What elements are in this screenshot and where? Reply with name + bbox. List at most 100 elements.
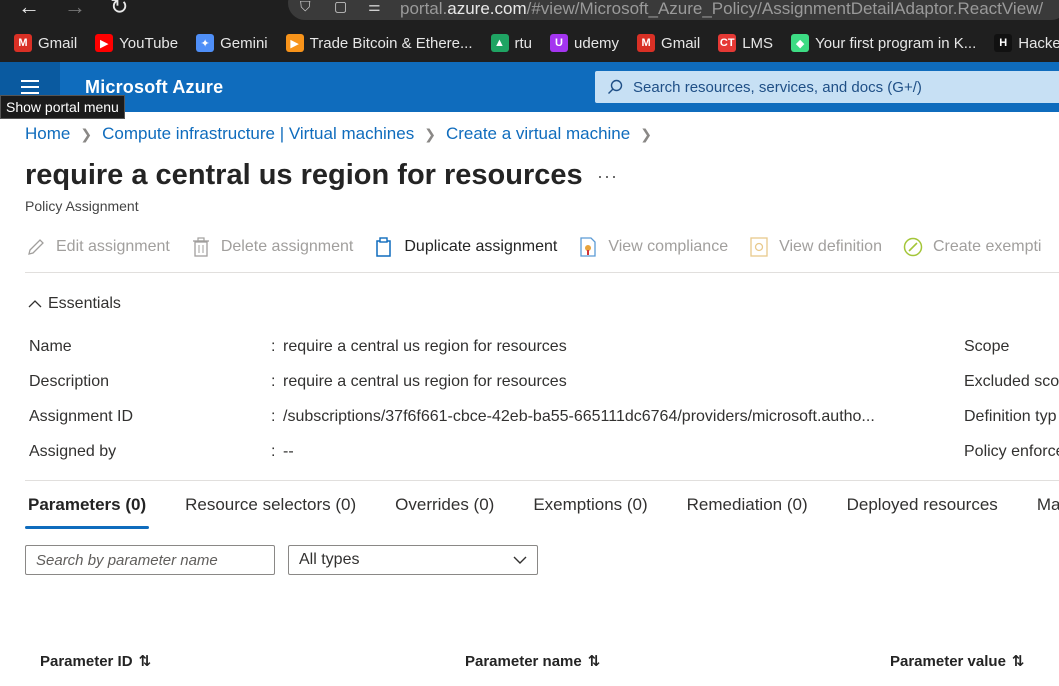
divider	[25, 480, 1059, 481]
breadcrumb: Home ❯ Compute infrastructure | Virtual …	[25, 124, 652, 144]
tab-exemptions[interactable]: Exemptions (0)	[533, 495, 647, 523]
essentials-label-description: Description	[29, 373, 110, 390]
bookmark-item[interactable]: ◆ Your first program in K...	[791, 34, 976, 52]
bookmark-item[interactable]: Uudemy	[550, 34, 619, 52]
bookmark-label: YouTube	[119, 34, 179, 52]
create-exemption-label: Create exempti	[932, 238, 1042, 255]
tab-parameters[interactable]: Parameters (0)	[24, 495, 150, 529]
breadcrumb-home[interactable]: Home	[25, 124, 70, 144]
view-definition-label: View definition	[779, 238, 882, 255]
duplicate-assignment-label: Duplicate assignment	[404, 238, 558, 255]
edit-assignment-label: Edit assignment	[56, 238, 170, 255]
bookmark-label: Trade Bitcoin & Ethere...	[309, 34, 473, 52]
bookmark-item[interactable]: M Gmail	[14, 34, 77, 52]
gmail-icon: M	[637, 34, 656, 52]
lock-icon[interactable]: ▢	[334, 0, 347, 15]
view-compliance-label: View compliance	[608, 238, 729, 255]
hackerrank-icon: H	[994, 34, 1013, 52]
url-text[interactable]: portal.azure.com/#view/Microsoft_Azure_P…	[400, 0, 1043, 19]
search-placeholder: Search resources, services, and docs (G+…	[633, 78, 922, 96]
essentials-value-name: require a central us region for resource…	[283, 338, 567, 355]
type-filter-dropdown[interactable]: All types	[288, 545, 538, 575]
back-icon[interactable]: ←	[18, 0, 40, 20]
global-search-input[interactable]: Search resources, services, and docs (G+…	[595, 71, 1059, 103]
view-compliance-button[interactable]: View compliance	[577, 236, 728, 258]
essentials-label-definition-type: Definition typ	[964, 408, 1057, 425]
bookmarks-bar: M Gmail ▶ YouTube ✦ Gemini ▶ Trade Bitcoin & Et…	[0, 24, 1059, 62]
view-definition-button[interactable]: View definition	[748, 236, 882, 258]
essentials-toggle[interactable]: Essentials	[28, 295, 121, 313]
bookmark-item[interactable]: M Gmail	[637, 34, 700, 52]
create-exemption-button[interactable]: Create exempti	[902, 236, 1042, 258]
bookmark-item[interactable]: ✦ Gemini	[196, 34, 268, 52]
chevron-right-icon: ❯	[80, 125, 93, 142]
column-label: Parameter value	[890, 652, 1006, 670]
sort-icon[interactable]: ⇅	[588, 652, 601, 670]
tab-deployed-resources[interactable]: Deployed resources	[847, 495, 998, 523]
essentials-label-scope: Scope	[964, 338, 1010, 355]
sort-icon[interactable]: ⇅	[1012, 652, 1025, 670]
tab-more[interactable]: Ma	[1037, 495, 1059, 523]
duplicate-assignment-button[interactable]: Duplicate assignment	[373, 236, 557, 258]
address-bar[interactable]: ⛉ ▢ ⚌ portal.azure.com/#view/Microsoft_A…	[288, 0, 1059, 20]
gemini-icon: ✦	[196, 34, 215, 52]
chevron-up-icon	[28, 300, 42, 308]
essentials-value-assignment-id: /subscriptions/37f6f661-cbce-42eb-ba55-6…	[283, 408, 875, 425]
parameter-search-input[interactable]	[25, 545, 275, 575]
search-icon	[608, 79, 623, 94]
essentials-title: Essentials	[48, 295, 121, 312]
reload-icon[interactable]: ↻	[110, 0, 128, 20]
bookmark-item[interactable]: ▶ YouTube	[95, 34, 178, 52]
forward-icon[interactable]: →	[64, 0, 86, 20]
colon: :	[271, 408, 276, 425]
pencil-icon	[25, 236, 47, 258]
bookmark-item[interactable]: H HackerRan	[994, 34, 1059, 52]
portal-menu-tooltip: Show portal menu	[0, 95, 125, 119]
essentials-label-policy-enforcement: Policy enforce	[964, 443, 1059, 460]
essentials-label-excluded-scopes: Excluded scop	[964, 373, 1059, 390]
bookmark-label: rtu	[514, 34, 533, 52]
bookmark-label: Gmail	[38, 34, 78, 52]
divider	[25, 272, 1059, 273]
delete-assignment-button[interactable]: Delete assignment	[190, 236, 354, 258]
column-header-parameter-value[interactable]: Parameter value ⇅	[890, 652, 1025, 671]
azure-header: Microsoft Azure Search resources, servic…	[0, 62, 1059, 112]
exemption-icon	[902, 236, 924, 258]
site-settings-icon[interactable]: ⚌	[368, 0, 381, 15]
bookmark-item[interactable]: ▲ rtu	[490, 34, 533, 52]
column-header-parameter-id[interactable]: Parameter ID ⇅	[40, 652, 152, 671]
bookmark-item[interactable]: CT LMS	[718, 34, 773, 52]
gmail-icon: M	[14, 34, 32, 52]
bookmark-label: Gemini	[220, 34, 268, 52]
breadcrumb-create-vm[interactable]: Create a virtual machine	[446, 124, 630, 144]
tab-overrides[interactable]: Overrides (0)	[395, 495, 494, 523]
edit-assignment-button[interactable]: Edit assignment	[25, 236, 170, 258]
bookmark-label: Gmail	[661, 34, 701, 52]
colon: :	[271, 338, 276, 355]
bookmark-label: Your first program in K...	[815, 34, 977, 52]
more-options-icon[interactable]: ···	[597, 166, 618, 187]
column-label: Parameter ID	[40, 652, 133, 670]
colon: :	[271, 443, 276, 460]
shield-icon[interactable]: ⛉	[300, 0, 311, 15]
page-title: require a central us region for resource…	[25, 159, 583, 191]
column-header-parameter-name[interactable]: Parameter name ⇅	[465, 652, 601, 671]
tab-resource-selectors[interactable]: Resource selectors (0)	[185, 495, 356, 523]
sort-icon[interactable]: ⇅	[139, 652, 152, 670]
breadcrumb-virtual-machines[interactable]: Compute infrastructure | Virtual machine…	[102, 124, 414, 144]
trash-icon	[190, 236, 212, 258]
command-bar: Edit assignment Delete assignment Duplic…	[25, 236, 1041, 258]
lms-icon: CT	[718, 34, 737, 52]
trade-icon: ▶	[285, 34, 304, 52]
tab-remediation[interactable]: Remediation (0)	[687, 495, 808, 523]
youtube-icon: ▶	[95, 34, 114, 52]
duplicate-icon	[373, 236, 395, 258]
bookmark-label: HackerRan	[1018, 34, 1059, 52]
bookmark-item[interactable]: ▶ Trade Bitcoin & Ethere...	[285, 34, 473, 52]
browser-toolbar: ← → ↻ ⛉ ▢ ⚌ portal.azure.com/#view/Micro…	[0, 0, 1059, 24]
type-filter-value: All types	[299, 551, 360, 568]
chevron-right-icon: ❯	[640, 125, 652, 142]
delete-assignment-label: Delete assignment	[220, 238, 354, 255]
compliance-icon	[577, 236, 599, 258]
chevron-right-icon: ❯	[424, 125, 436, 142]
